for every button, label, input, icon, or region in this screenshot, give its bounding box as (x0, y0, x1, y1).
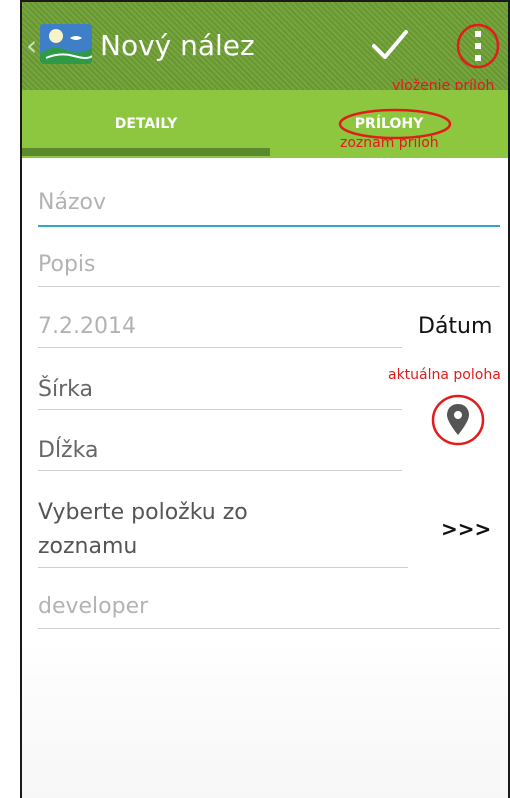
app-logo-icon[interactable] (40, 24, 92, 64)
tab-selected-indicator (22, 148, 270, 156)
location-annotation: aktuálna poloha (388, 367, 501, 383)
sirka-input[interactable]: Šírka (38, 375, 93, 405)
chevron-left-icon[interactable]: ‹ (26, 26, 37, 66)
list-more-button[interactable]: >>> (441, 515, 491, 543)
checkmark-icon (372, 30, 408, 59)
map-pin-icon (431, 394, 485, 446)
dlzka-underline (38, 470, 402, 471)
date-label: Dátum (418, 314, 493, 339)
more-vertical-icon (456, 23, 500, 69)
nazov-underline (38, 225, 500, 227)
date-underline (38, 347, 402, 348)
list-select-line1[interactable]: Vyberte položku zo (38, 498, 248, 528)
list-select-underline (38, 567, 408, 568)
empty-area (22, 640, 508, 798)
sirka-underline (38, 409, 402, 410)
current-location-button[interactable] (430, 392, 486, 448)
user-field[interactable]: developer (38, 592, 148, 622)
date-field[interactable]: 7.2.2014 (38, 312, 136, 342)
prilohy-annotation: zoznam príloh (340, 135, 439, 151)
overflow-menu-button[interactable] (454, 22, 502, 70)
popis-input[interactable]: Popis (38, 250, 95, 280)
list-select-line2[interactable]: zoznamu (38, 532, 137, 562)
popis-underline (38, 286, 500, 287)
nazov-input[interactable]: Názov (38, 188, 106, 218)
confirm-button[interactable] (368, 22, 412, 66)
page-title: Nový nález (100, 29, 255, 62)
action-bar (22, 2, 508, 90)
dlzka-input[interactable]: Dĺžka (38, 436, 98, 466)
user-underline (38, 628, 500, 629)
